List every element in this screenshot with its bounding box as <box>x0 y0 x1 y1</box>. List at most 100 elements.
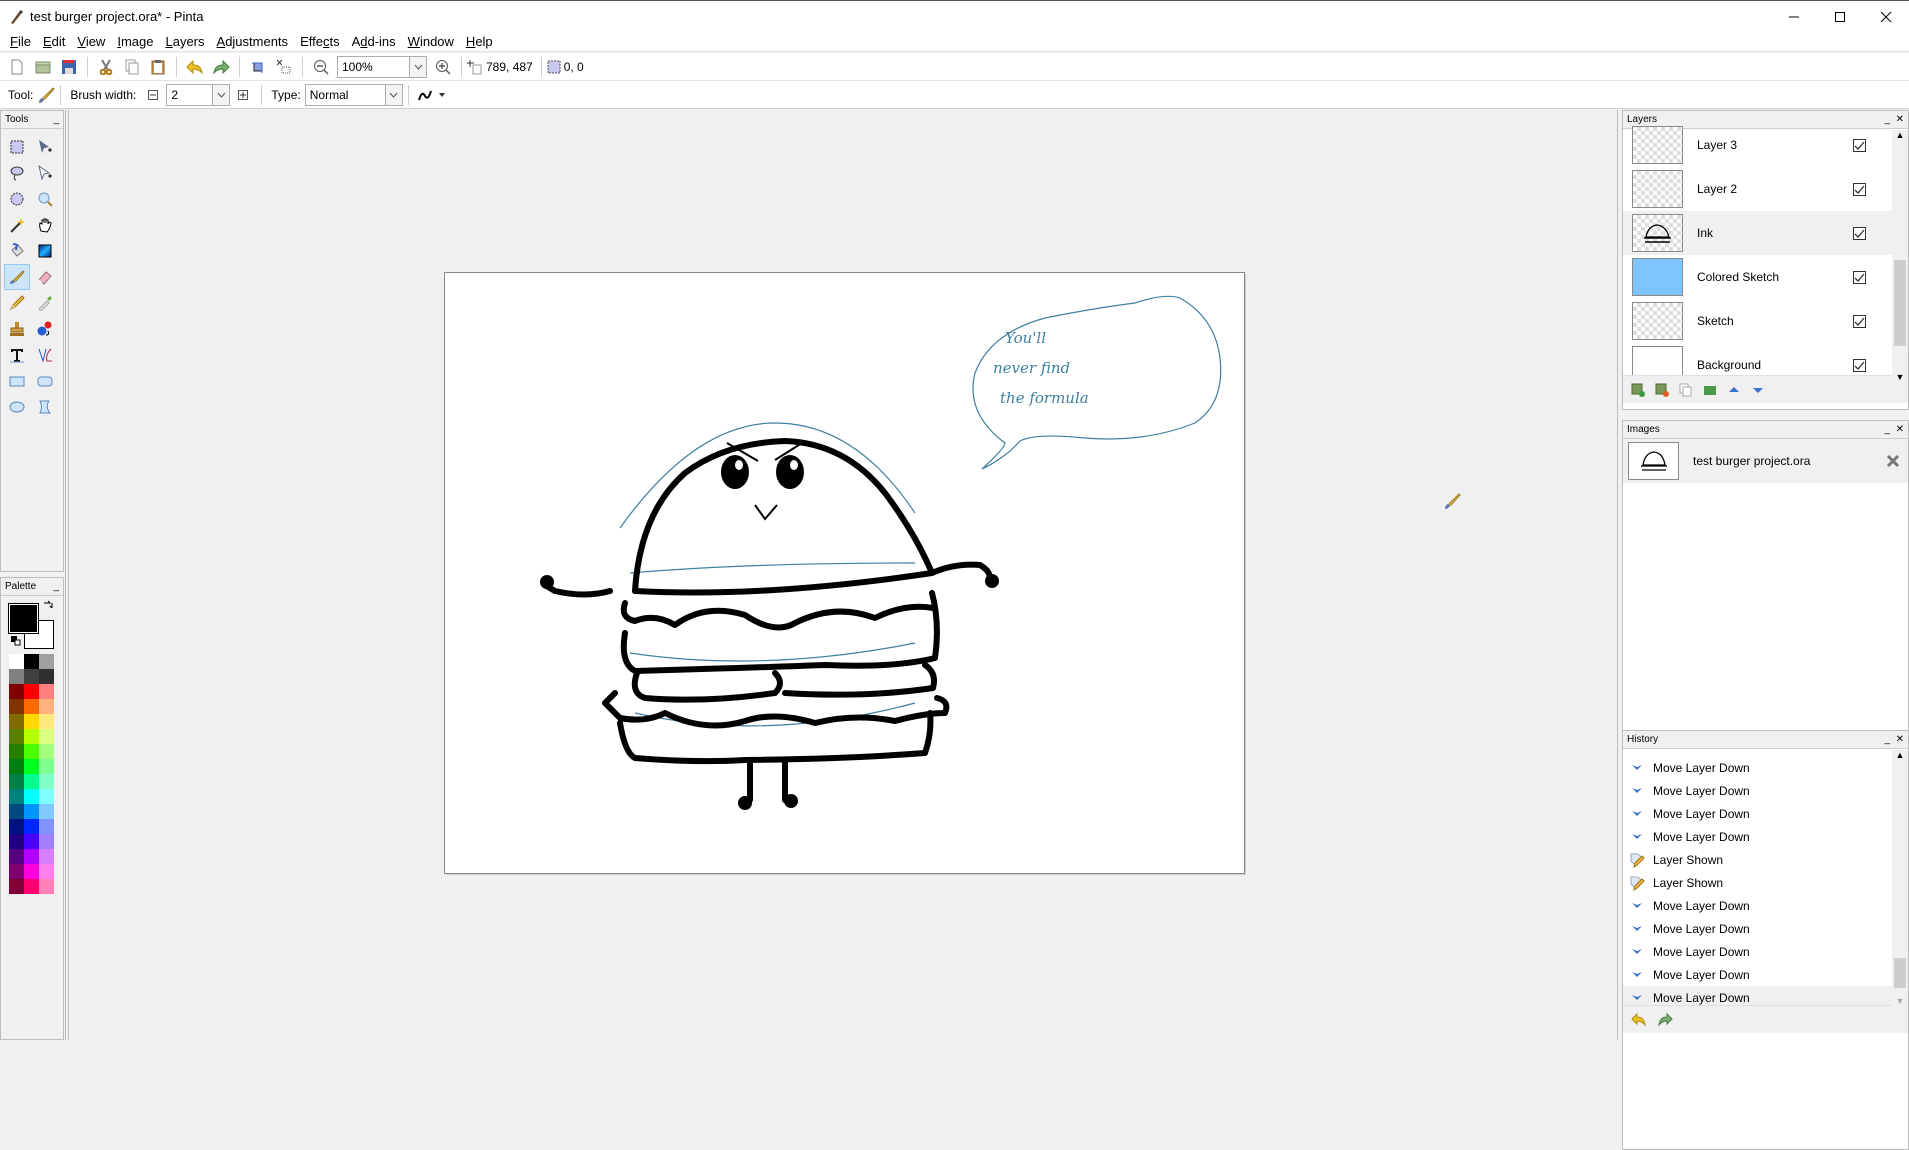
add-layer-icon[interactable] <box>1631 383 1645 397</box>
crop-to-selection-button[interactable] <box>246 55 270 79</box>
history-item[interactable]: Move Layer Down <box>1623 802 1892 825</box>
palette-swatch[interactable] <box>24 669 39 684</box>
new-file-button[interactable] <box>5 55 29 79</box>
palette-swatch[interactable] <box>9 654 24 669</box>
palette-swatch[interactable] <box>24 789 39 804</box>
palette-swatch[interactable] <box>39 669 54 684</box>
tool-rectangle[interactable] <box>4 368 30 394</box>
tool-ellipse[interactable] <box>4 394 30 420</box>
undo-icon[interactable] <box>1631 1012 1647 1027</box>
scroll-up-icon[interactable]: ▲ <box>1892 130 1908 140</box>
delete-layer-icon[interactable] <box>1655 383 1669 397</box>
history-item[interactable]: Layer Shown <box>1623 871 1892 894</box>
undo-button[interactable] <box>183 55 207 79</box>
menu-addins[interactable]: Add-ins <box>346 34 402 49</box>
palette-swatch[interactable] <box>9 684 24 699</box>
history-item[interactable]: Move Layer Down <box>1623 963 1892 986</box>
minimize-panel-icon[interactable]: _ <box>1884 424 1890 435</box>
menu-file[interactable]: File <box>4 34 37 49</box>
tool-gradient[interactable] <box>32 238 58 264</box>
menu-image[interactable]: Image <box>111 34 159 49</box>
palette-swatch[interactable] <box>24 774 39 789</box>
palette-swatch[interactable] <box>9 744 24 759</box>
palette-swatch[interactable] <box>39 804 54 819</box>
layers-scrollbar[interactable]: ▲ ▼ <box>1892 130 1908 382</box>
menu-edit[interactable]: Edit <box>37 34 71 49</box>
history-scrollbar[interactable]: ▲ ▼ <box>1892 750 1908 1006</box>
palette-swatch[interactable] <box>24 804 39 819</box>
chevron-down-icon[interactable] <box>384 84 402 105</box>
duplicate-layer-icon[interactable] <box>1679 383 1693 397</box>
history-item[interactable]: Move Layer Down <box>1623 779 1892 802</box>
palette-swatch[interactable] <box>24 864 39 879</box>
menu-window[interactable]: Window <box>402 34 460 49</box>
palette-swatch[interactable] <box>24 759 39 774</box>
palette-swatch[interactable] <box>39 834 54 849</box>
tool-recolor[interactable] <box>32 316 58 342</box>
zoom-combo[interactable]: 100% <box>337 55 427 78</box>
menu-layers[interactable]: Layers <box>159 34 210 49</box>
history-item[interactable]: Layer Shown <box>1623 848 1892 871</box>
palette-swatch[interactable] <box>39 879 54 894</box>
move-layer-down-icon[interactable] <box>1751 383 1765 397</box>
layer-visibility-checkbox[interactable] <box>1853 182 1866 196</box>
scrollbar-thumb[interactable] <box>1894 260 1906 346</box>
palette-swatch[interactable] <box>39 714 54 729</box>
tool-text[interactable] <box>4 342 30 368</box>
palette-swatch[interactable] <box>9 819 24 834</box>
swap-colors-icon[interactable] <box>43 600 53 610</box>
palette-swatch[interactable] <box>9 864 24 879</box>
palette-swatch[interactable] <box>9 774 24 789</box>
palette-swatch[interactable] <box>39 759 54 774</box>
chevron-down-icon[interactable] <box>212 84 230 105</box>
minimize-button[interactable] <box>1771 1 1817 32</box>
brush-width-decrease-button[interactable] <box>141 83 165 107</box>
palette-swatch[interactable] <box>24 834 39 849</box>
tool-line-curve[interactable] <box>32 342 58 368</box>
close-panel-icon[interactable]: ✕ <box>1896 734 1904 745</box>
history-item[interactable]: Move Layer Down <box>1623 756 1892 779</box>
palette-swatch[interactable] <box>24 699 39 714</box>
palette-swatch[interactable] <box>39 864 54 879</box>
palette-swatch[interactable] <box>9 729 24 744</box>
brush-type-value[interactable]: Normal <box>306 85 385 105</box>
palette-swatch[interactable] <box>24 879 39 894</box>
palette-swatch[interactable] <box>24 819 39 834</box>
close-panel-icon[interactable]: ✕ <box>1896 114 1904 125</box>
layer-row[interactable]: Colored Sketch <box>1623 255 1892 299</box>
minimize-panel-icon[interactable]: _ <box>1884 734 1890 745</box>
palette-swatch[interactable] <box>39 744 54 759</box>
chevron-down-icon[interactable] <box>409 56 426 77</box>
tool-move-selected[interactable] <box>32 134 58 160</box>
menu-effects[interactable]: Effects <box>294 34 346 49</box>
palette-swatch[interactable] <box>24 714 39 729</box>
merge-layer-down-icon[interactable] <box>1703 383 1717 397</box>
layer-row[interactable]: Layer 2 <box>1623 167 1892 211</box>
close-panel-icon[interactable]: ✕ <box>1896 424 1904 435</box>
palette-swatch[interactable] <box>39 819 54 834</box>
close-image-icon[interactable] <box>1886 454 1900 468</box>
scroll-down-icon[interactable]: ▼ <box>1892 996 1908 1006</box>
layer-row[interactable]: Background <box>1623 343 1892 375</box>
tool-paint-bucket[interactable] <box>4 238 30 264</box>
scroll-down-icon[interactable]: ▼ <box>1892 372 1908 382</box>
primary-color[interactable] <box>8 603 39 634</box>
brush-width-combo[interactable]: 2 <box>166 83 231 106</box>
palette-swatch[interactable] <box>9 759 24 774</box>
scrollbar-thumb[interactable] <box>1894 958 1906 988</box>
zoom-value[interactable]: 100% <box>338 57 409 77</box>
palette-swatch[interactable] <box>24 654 39 669</box>
image-canvas[interactable]: You'll never find the formula <box>444 272 1245 874</box>
palette-swatch[interactable] <box>9 714 24 729</box>
palette-swatch[interactable] <box>24 744 39 759</box>
palette-swatch[interactable] <box>39 729 54 744</box>
tool-pencil[interactable] <box>4 290 30 316</box>
brush-type-combo[interactable]: Normal <box>304 83 403 106</box>
tool-move-selection[interactable] <box>32 160 58 186</box>
palette-swatch[interactable] <box>9 804 24 819</box>
tool-eraser[interactable] <box>32 264 58 290</box>
antialiasing-dropdown[interactable] <box>415 83 451 107</box>
palette-swatch[interactable] <box>39 684 54 699</box>
save-file-button[interactable] <box>57 55 81 79</box>
history-item[interactable]: Move Layer Down <box>1623 986 1892 1005</box>
